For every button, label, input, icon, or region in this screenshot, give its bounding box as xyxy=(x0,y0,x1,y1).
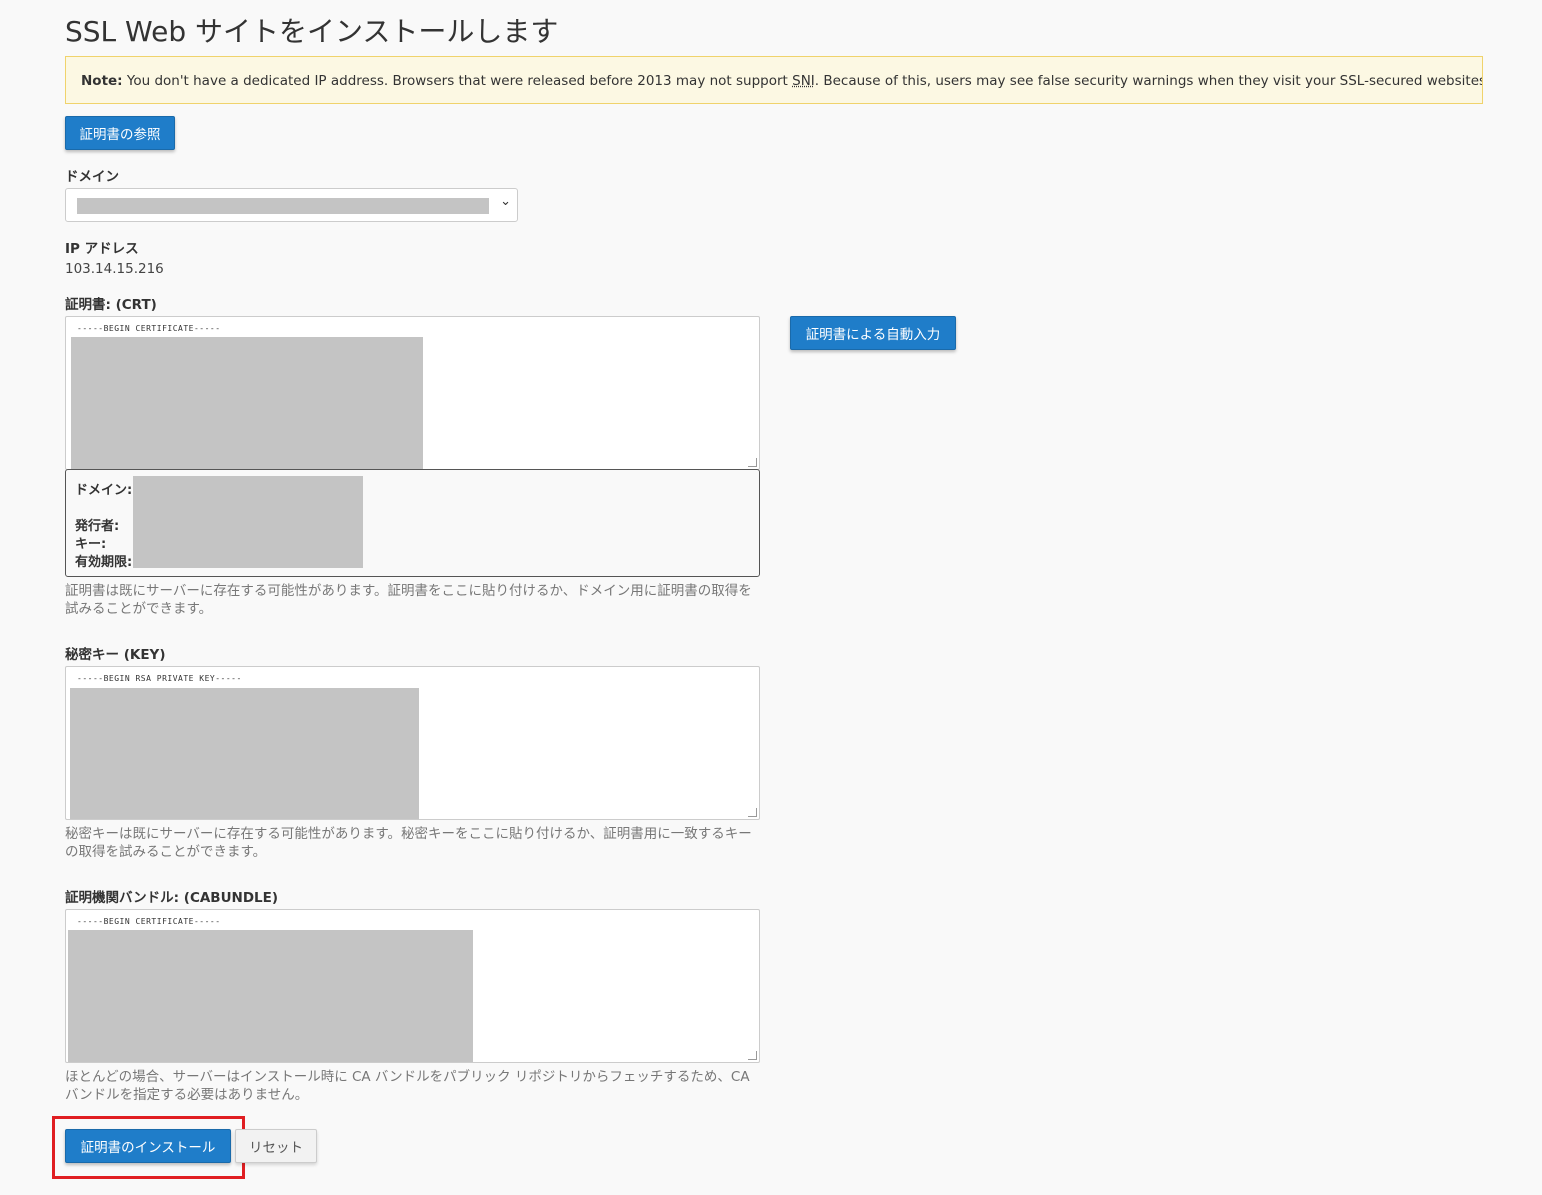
certificate-label: 証明書: (CRT) xyxy=(65,297,157,313)
ca-bundle-help-text: ほとんどの場合、サーバーはインストール時に CA バンドルをパブリック リポジト… xyxy=(65,1069,750,1103)
page-title: SSL Web サイトをインストールします xyxy=(65,15,559,48)
resize-handle[interactable] xyxy=(748,808,757,817)
private-key-first-line: -----BEGIN RSA PRIVATE KEY----- xyxy=(77,674,242,683)
redacted-domain-value xyxy=(77,198,489,214)
redacted-ca-bundle-body xyxy=(68,930,473,1062)
note-prefix: Note: xyxy=(81,73,123,89)
private-key-textarea[interactable]: -----BEGIN RSA PRIVATE KEY----- xyxy=(65,666,760,820)
redacted-certificate-details xyxy=(133,476,363,568)
chevron-down-icon: ⌄ xyxy=(500,194,511,209)
note-text-before: You don't have a dedicated IP address. B… xyxy=(122,73,793,89)
certificate-details-panel: ドメイン: 発行者: キー: 有効期限: xyxy=(65,469,760,577)
ip-address-value: 103.14.15.216 xyxy=(65,261,164,277)
ca-bundle-textarea[interactable]: -----BEGIN CERTIFICATE----- xyxy=(65,909,760,1063)
autofill-by-certificate-button[interactable]: 証明書による自動入力 xyxy=(790,316,956,350)
install-certificate-button[interactable]: 証明書のインストール xyxy=(65,1129,231,1163)
redacted-certificate-body xyxy=(71,337,423,469)
details-key-label: キー: xyxy=(75,537,107,552)
private-key-label: 秘密キー (KEY) xyxy=(65,647,166,663)
resize-handle[interactable] xyxy=(748,458,757,467)
ca-bundle-first-line: -----BEGIN CERTIFICATE----- xyxy=(77,917,221,926)
ip-address-label: IP アドレス xyxy=(65,241,139,257)
domain-label: ドメイン xyxy=(65,169,119,185)
details-issuer-label: 発行者: xyxy=(75,519,120,534)
reset-button[interactable]: リセット xyxy=(235,1129,317,1163)
redacted-private-key-body xyxy=(70,688,419,819)
certificate-textarea[interactable]: -----BEGIN CERTIFICATE----- xyxy=(65,316,760,470)
details-expiry-label: 有効期限: xyxy=(75,555,133,570)
sni-abbreviation[interactable]: SNI xyxy=(792,73,815,89)
domain-select[interactable]: ⌄ xyxy=(65,188,518,222)
ca-bundle-label: 証明機関バンドル: (CABUNDLE) xyxy=(65,890,279,906)
certificate-first-line: -----BEGIN CERTIFICATE----- xyxy=(77,324,221,333)
note-text-after: . Because of this, users may see false s… xyxy=(814,73,1483,89)
browse-certificates-button[interactable]: 証明書の参照 xyxy=(65,116,175,150)
certificate-help-text: 証明書は既にサーバーに存在する可能性があります。証明書をここに貼り付けるか、ドメ… xyxy=(65,583,752,617)
details-domain-label: ドメイン: xyxy=(75,483,133,498)
resize-handle[interactable] xyxy=(748,1051,757,1060)
sni-warning-note: Note: You don't have a dedicated IP addr… xyxy=(65,56,1483,104)
private-key-help-text: 秘密キーは既にサーバーに存在する可能性があります。秘密キーをここに貼り付けるか、… xyxy=(65,826,752,860)
